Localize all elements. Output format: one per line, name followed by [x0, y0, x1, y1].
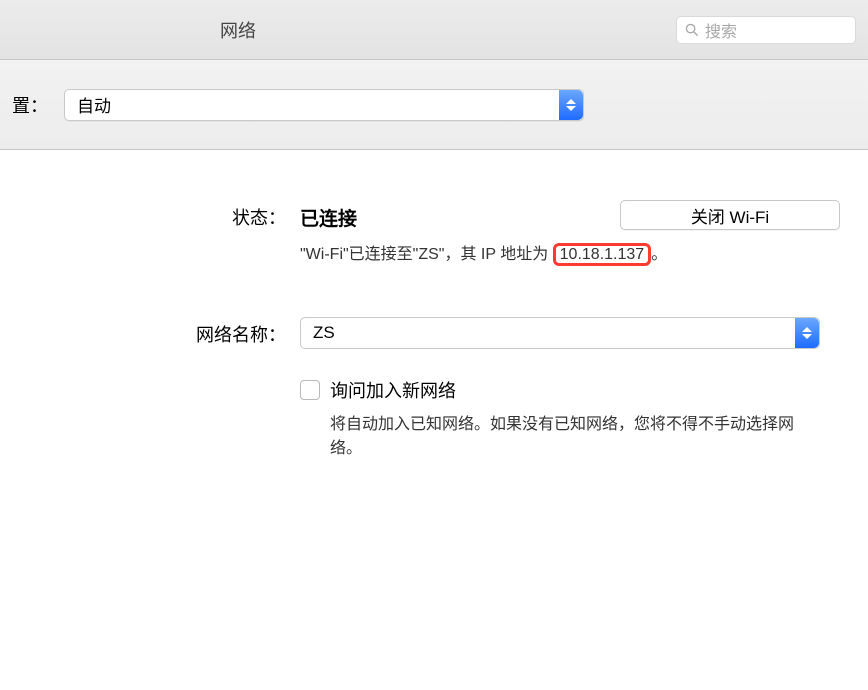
network-name-select[interactable]: ZS [300, 317, 820, 349]
titlebar: 网络 搜索 [0, 0, 868, 60]
stepper-icon [795, 318, 819, 348]
location-label: 置： [0, 92, 48, 118]
turn-off-wifi-button[interactable]: 关闭 Wi-Fi [620, 200, 840, 230]
ask-join-checkbox[interactable] [300, 380, 320, 400]
status-desc-prefix: "Wi-Fi"已连接至"ZS"，其 IP 地址为 [300, 246, 548, 263]
search-input[interactable]: 搜索 [676, 16, 856, 44]
location-select[interactable]: 自动 [64, 89, 584, 121]
network-name-value: ZS [301, 323, 335, 343]
status-label: 状态： [20, 200, 300, 230]
status-desc-suffix: 。 [651, 246, 667, 263]
search-placeholder: 搜索 [705, 18, 737, 42]
ip-address-highlight: 10.18.1.137 [553, 243, 652, 266]
status-description: "Wi-Fi"已连接至"ZS"，其 IP 地址为 10.18.1.137。 [300, 243, 820, 267]
network-name-label: 网络名称： [20, 317, 300, 347]
status-value: 已连接 [300, 200, 357, 231]
ask-join-helper: 将自动加入已知网络。如果没有已知网络，您将不得不手动选择网络。 [330, 413, 800, 461]
search-icon [685, 23, 699, 37]
content-pane: 状态： 已连接 关闭 Wi-Fi "Wi-Fi"已连接至"ZS"，其 IP 地址… [0, 150, 868, 461]
ask-join-label: 询问加入新网络 [330, 377, 456, 403]
window-title: 网络 [220, 17, 256, 43]
stepper-icon [559, 90, 583, 120]
location-value: 自动 [65, 92, 111, 117]
toolbar: 置： 自动 [0, 60, 868, 150]
